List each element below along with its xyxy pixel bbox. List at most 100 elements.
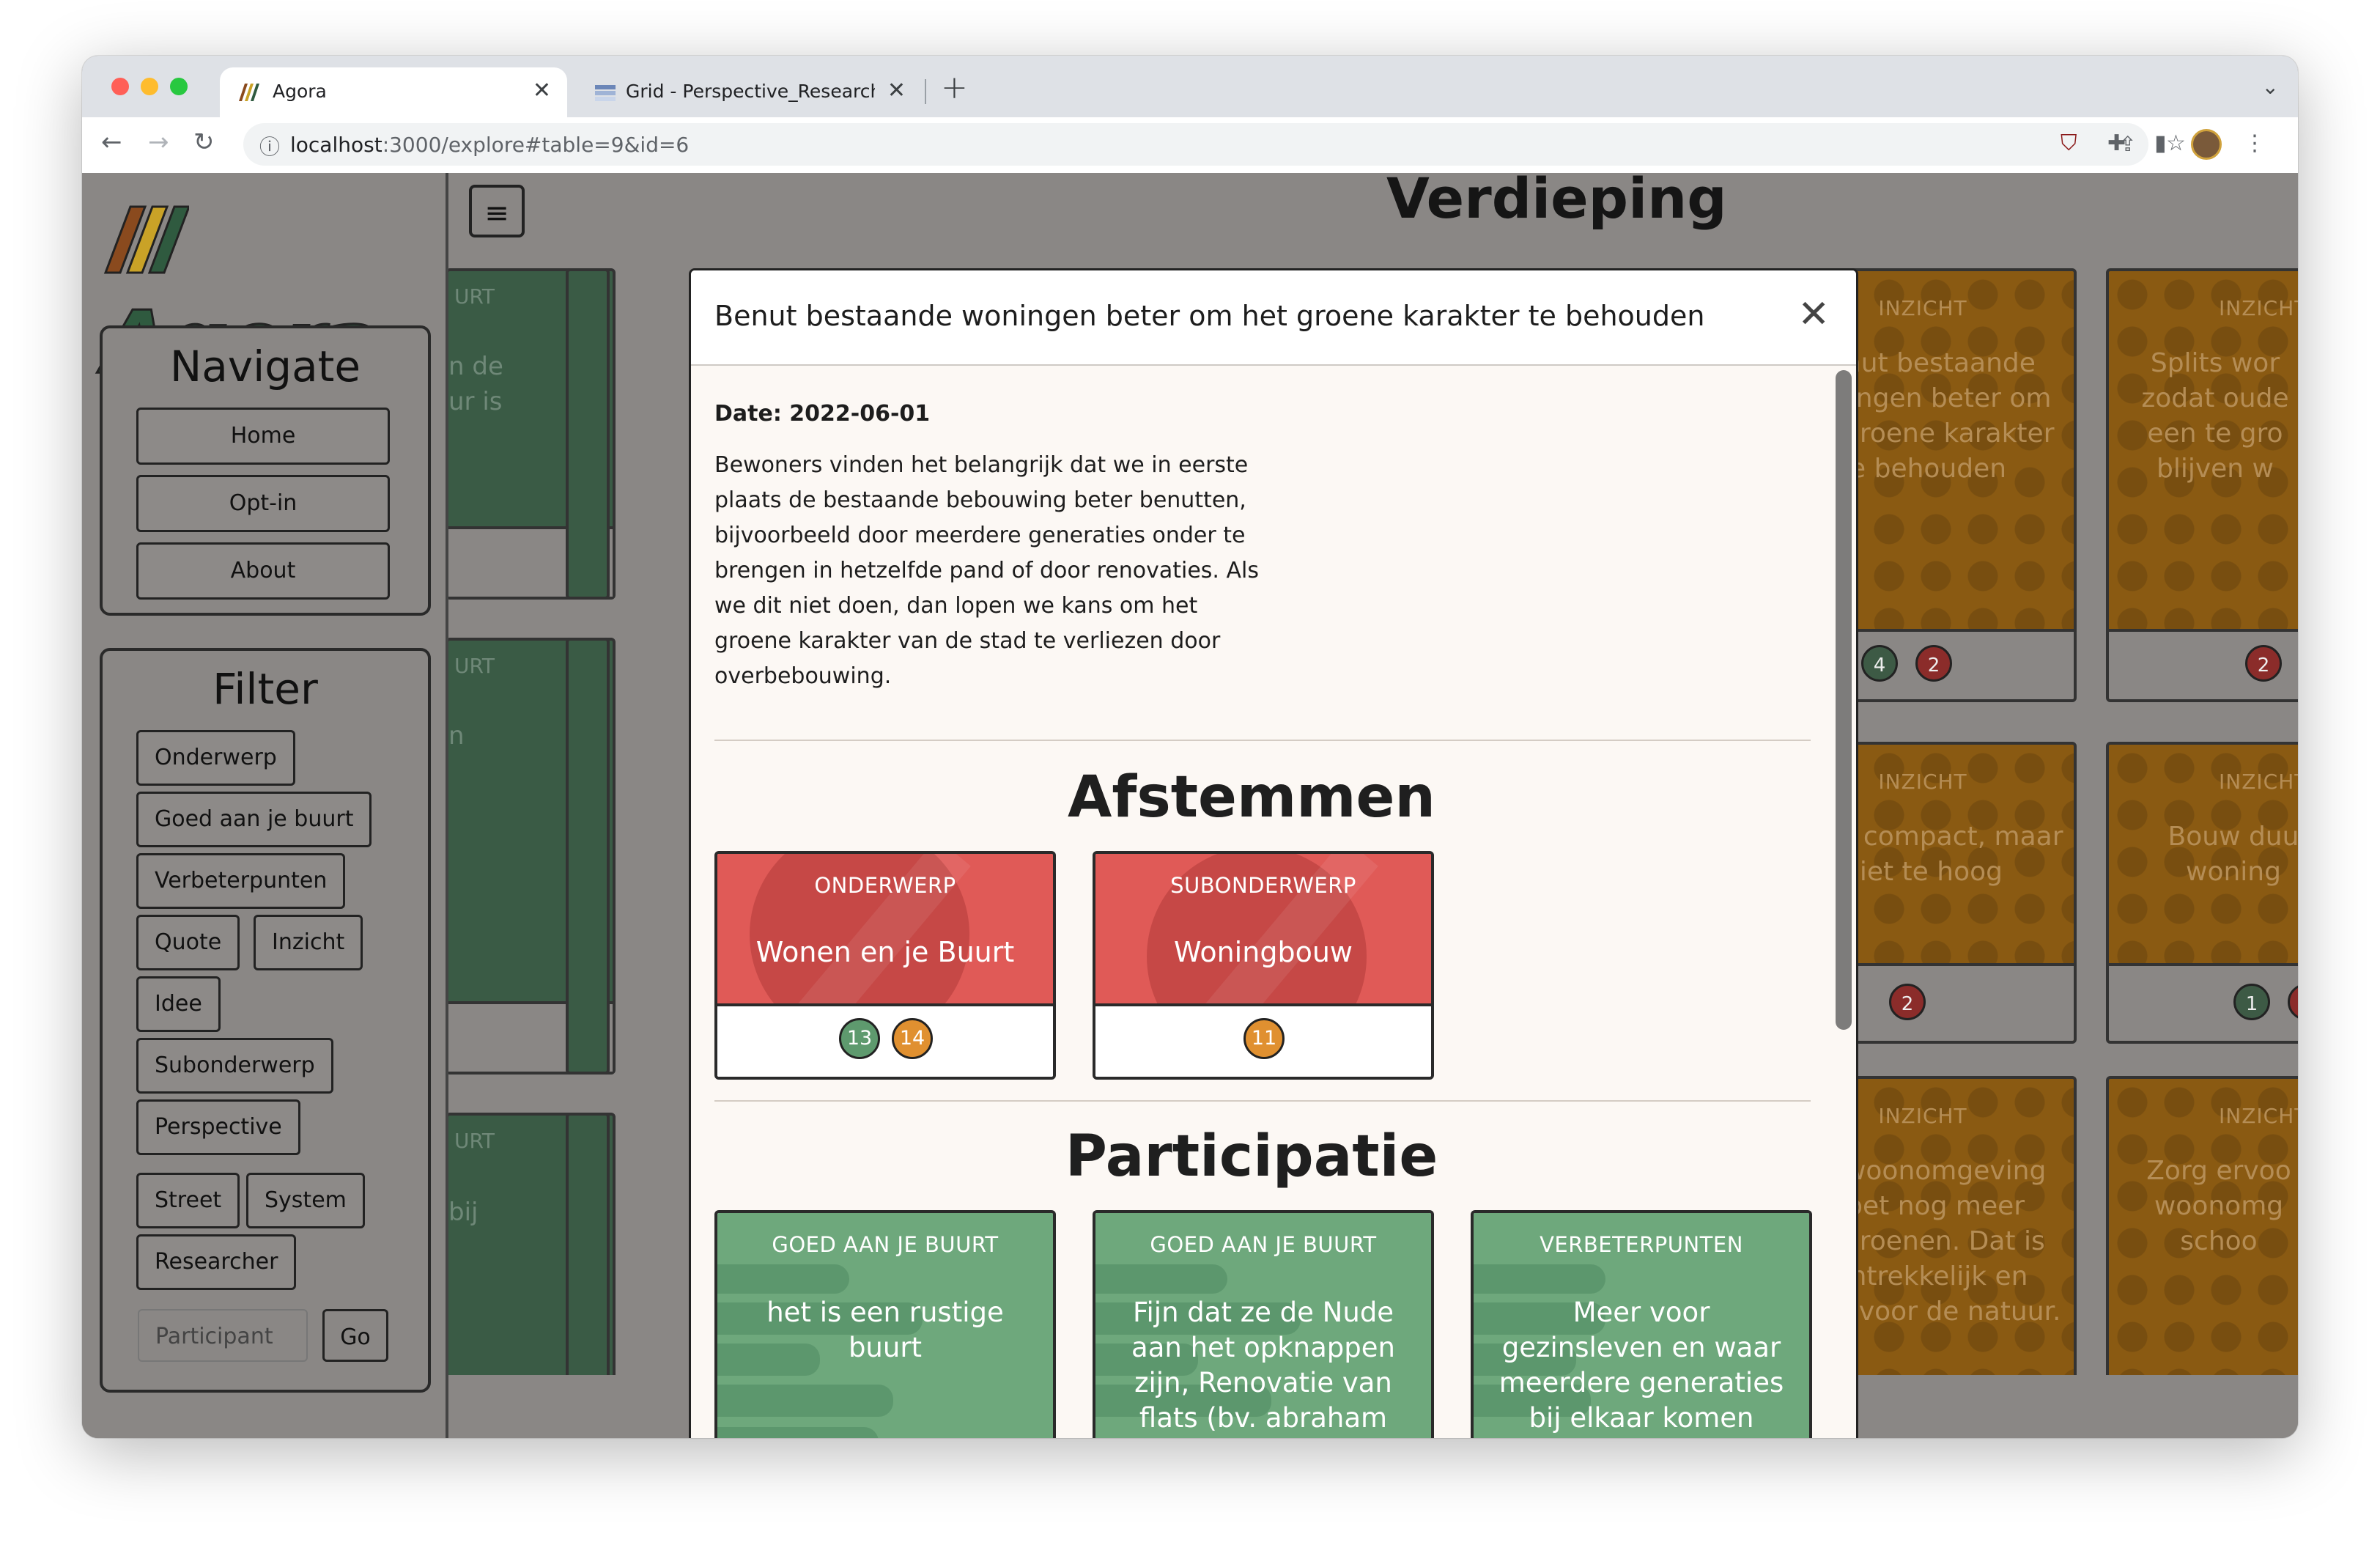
minimize-window-button[interactable] bbox=[141, 78, 158, 95]
background-card[interactable] bbox=[566, 268, 610, 600]
reload-icon[interactable]: ↻ bbox=[193, 128, 215, 157]
count-badge: 2 bbox=[2245, 645, 2282, 682]
verbeterpunten-card[interactable]: VERBETERPUNTEN Meer voor gezinsleven en … bbox=[1471, 1210, 1812, 1438]
browser-window: Agora ✕ Grid - Perspective_Researcher ✕ … bbox=[82, 56, 2298, 1438]
profile-avatar[interactable] bbox=[2191, 129, 2222, 160]
filter-chip-goed-aan-je-buurt[interactable]: Goed aan je buurt bbox=[136, 792, 372, 847]
date-label: Date: 2022-06-01 bbox=[714, 401, 931, 427]
filter-chip-subonderwerp[interactable]: Subonderwerp bbox=[136, 1038, 333, 1094]
filter-chip-onderwerp[interactable]: Onderwerp bbox=[136, 730, 295, 786]
tab-agora[interactable]: Agora ✕ bbox=[220, 67, 567, 117]
modal-body: Date: 2022-06-01 Bewoners vinden het bel… bbox=[691, 366, 1856, 1438]
go-button[interactable]: Go bbox=[322, 1309, 388, 1362]
count-badge: 14 bbox=[892, 1018, 933, 1059]
count-badge: 11 bbox=[1243, 1018, 1285, 1059]
card-text: Meer voor gezinsleven en waar meerdere g… bbox=[1498, 1297, 1784, 1434]
bookmark-star-icon[interactable]: ☆ bbox=[2166, 130, 2186, 156]
close-window-button[interactable] bbox=[111, 78, 129, 95]
card-footer: 1 bbox=[2109, 963, 2298, 1041]
back-arrow-icon[interactable]: ← bbox=[101, 128, 122, 157]
forward-arrow-icon[interactable]: → bbox=[148, 128, 169, 157]
tab-title: Agora bbox=[273, 81, 327, 102]
background-card-fragment: n de bbox=[448, 352, 503, 381]
card-text: Bouw duu woning bbox=[2168, 822, 2298, 887]
close-tab-icon[interactable]: ✕ bbox=[887, 78, 906, 103]
card-text: Woningbouw bbox=[1174, 936, 1353, 968]
filter-title: Filter bbox=[212, 664, 318, 714]
inzicht-card[interactable]: INZICHT Zorg ervoo woonomg schoo bbox=[2106, 1076, 2298, 1384]
card-category: ONDERWERP bbox=[814, 873, 956, 898]
count-badge: 1 bbox=[2233, 984, 2270, 1020]
participant-input[interactable]: Participant bbox=[138, 1309, 308, 1362]
agora-favicon-icon bbox=[239, 84, 259, 101]
agora-logo-bars-icon bbox=[103, 205, 191, 274]
modal-title: Benut bestaande woningen beter om het gr… bbox=[714, 300, 1705, 332]
card-text: Zorg ervoo woonomg schoo bbox=[2146, 1156, 2291, 1256]
about-button[interactable]: About bbox=[136, 542, 390, 600]
new-tab-icon[interactable]: + bbox=[941, 69, 968, 106]
sidebar: Agora Navigate Home Opt-in About Filter … bbox=[82, 173, 448, 1438]
extensions-puzzle-icon[interactable]: ✚ bbox=[2107, 130, 2126, 156]
chevron-down-icon[interactable]: ⌄ bbox=[2262, 75, 2279, 99]
filter-chip-verbeterpunten[interactable]: Verbeterpunten bbox=[136, 853, 346, 909]
background-card-fragment: n bbox=[448, 721, 465, 751]
more-menu-icon[interactable]: ⋮ bbox=[2244, 130, 2266, 156]
background-card-fragment: ur is bbox=[448, 387, 503, 416]
browser-toolbar: ← → ↻ ⓘ localhost:3000/explore#table=9&i… bbox=[82, 117, 2298, 174]
card-text: Splits wor zodat oude een te gro blijven… bbox=[2141, 348, 2289, 484]
filter-chip-quote[interactable]: Quote bbox=[136, 915, 240, 970]
address-bar[interactable]: ⓘ localhost:3000/explore#table=9&id=6 ⇪ … bbox=[243, 123, 2186, 166]
card-decoration bbox=[1095, 1264, 1227, 1294]
count-badge: 2 bbox=[1889, 984, 1926, 1020]
grid-favicon-icon bbox=[595, 85, 616, 101]
subonderwerp-card[interactable]: SUBONDERWERP Woningbouw 11 bbox=[1093, 851, 1434, 1080]
tab-separator bbox=[925, 79, 926, 104]
background-card-fragment: URT bbox=[454, 654, 495, 678]
background-card[interactable] bbox=[566, 638, 610, 1075]
goed-aan-je-buurt-card[interactable]: GOED AAN JE BUURT Fijn dat ze de Nude aa… bbox=[1093, 1210, 1434, 1438]
card-decoration bbox=[717, 1427, 879, 1438]
tab-title: Grid - Perspective_Researcher bbox=[626, 81, 875, 102]
tab-bar: Agora ✕ Grid - Perspective_Researcher ✕ … bbox=[82, 56, 2298, 117]
zoom-window-button[interactable] bbox=[170, 78, 188, 95]
card-category: SUBONDERWERP bbox=[1170, 873, 1356, 898]
count-badge bbox=[2288, 984, 2298, 1020]
filter-chip-perspective[interactable]: Perspective bbox=[136, 1099, 300, 1155]
card-text: Fijn dat ze de Nude aan het opknappen zi… bbox=[1131, 1297, 1395, 1438]
section-title-afstemmen: Afstemmen bbox=[1068, 764, 1435, 830]
hamburger-menu-icon[interactable]: ≡ bbox=[469, 185, 525, 237]
tab-grid[interactable]: Grid - Perspective_Researcher ✕ bbox=[577, 67, 922, 117]
divider bbox=[714, 1100, 1811, 1102]
navigate-panel: Navigate Home Opt-in About bbox=[100, 325, 431, 616]
card-category: INZICHT bbox=[2219, 770, 2298, 794]
info-icon[interactable]: ⓘ bbox=[259, 131, 280, 161]
filter-chip-system[interactable]: System bbox=[246, 1173, 365, 1228]
onderwerp-card[interactable]: ONDERWERP Wonen en je Buurt 13 14 bbox=[714, 851, 1056, 1080]
detail-modal: Benut bestaande woningen beter om het gr… bbox=[689, 268, 1858, 1438]
filter-chip-street[interactable]: Street bbox=[136, 1173, 240, 1228]
card-category: INZICHT bbox=[2219, 296, 2298, 320]
inzicht-card[interactable]: INZICHT Bouw duu woning 1 bbox=[2106, 742, 2298, 1044]
divider bbox=[714, 740, 1811, 741]
vertical-scrollbar[interactable] bbox=[1836, 370, 1852, 1030]
card-category: GOED AAN JE BUURT bbox=[772, 1232, 999, 1257]
side-panel-icon[interactable]: ▮ bbox=[2154, 130, 2167, 156]
background-card-fragment: URT bbox=[454, 284, 495, 309]
modal-header: Benut bestaande woningen beter om het gr… bbox=[691, 270, 1856, 366]
filter-chip-inzicht[interactable]: Inzicht bbox=[254, 915, 363, 970]
filter-chip-researcher[interactable]: Researcher bbox=[136, 1234, 297, 1290]
card-decoration bbox=[1474, 1264, 1605, 1294]
close-tab-icon[interactable]: ✕ bbox=[533, 78, 551, 103]
ublock-shield-icon[interactable]: ⛉ bbox=[2061, 130, 2077, 156]
count-badge: 2 bbox=[1915, 645, 1952, 682]
card-footer: 2 bbox=[2109, 629, 2298, 699]
card-category: INZICHT bbox=[2219, 1104, 2298, 1128]
goed-aan-je-buurt-card[interactable]: GOED AAN JE BUURT het is een rustige buu… bbox=[714, 1210, 1056, 1438]
home-button[interactable]: Home bbox=[136, 408, 390, 465]
navigate-title: Navigate bbox=[169, 342, 361, 391]
card-text: het is een rustige buurt bbox=[766, 1297, 1004, 1363]
close-icon[interactable]: ✕ bbox=[1797, 292, 1830, 336]
inzicht-card[interactable]: INZICHT Splits wor zodat oude een te gro… bbox=[2106, 268, 2298, 702]
opt-in-button[interactable]: Opt-in bbox=[136, 475, 390, 532]
filter-chip-idee[interactable]: Idee bbox=[136, 976, 221, 1032]
